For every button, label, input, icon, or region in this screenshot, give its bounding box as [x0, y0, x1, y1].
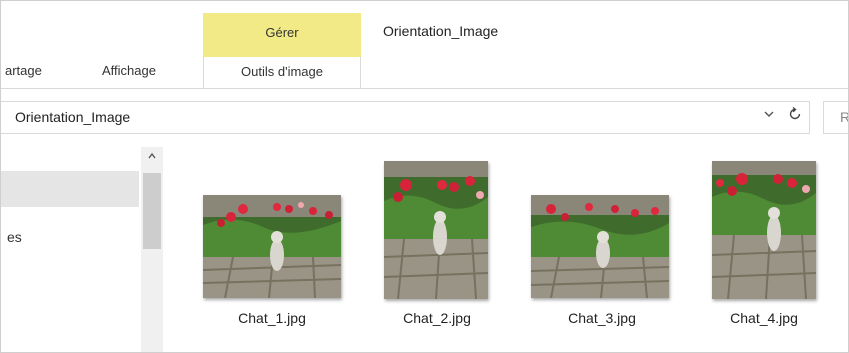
search-input[interactable]: R: [823, 101, 848, 134]
context-group-label: Gérer: [265, 25, 299, 40]
nav-item-es[interactable]: es: [7, 229, 22, 245]
refresh-icon[interactable]: [786, 106, 804, 126]
nav-item-selected[interactable]: [1, 171, 139, 207]
file-name-chat-3[interactable]: Chat_3.jpg: [537, 310, 667, 326]
file-name-chat-2[interactable]: Chat_2.jpg: [372, 310, 502, 326]
scroll-thumb[interactable]: [143, 173, 161, 249]
image-thumbnail-chat-1[interactable]: [203, 195, 341, 298]
image-thumbnail-chat-2[interactable]: [384, 161, 488, 299]
search-placeholder: R: [840, 109, 848, 125]
file-name-chat-1[interactable]: Chat_1.jpg: [207, 310, 337, 326]
address-path[interactable]: Orientation_Image: [15, 109, 130, 125]
address-bar[interactable]: Orientation_Image: [1, 101, 810, 134]
image-thumbnail-chat-4[interactable]: [712, 161, 816, 299]
tab-outils-image[interactable]: Outils d'image: [203, 57, 361, 88]
navigation-pane: es: [1, 141, 163, 352]
tab-partage[interactable]: artage: [5, 63, 42, 78]
ribbon: artage Affichage Gérer Outils d'image Or…: [1, 1, 848, 89]
file-name-chat-4[interactable]: Chat_4.jpg: [699, 310, 829, 326]
window-title: Orientation_Image: [383, 23, 499, 39]
tab-affichage[interactable]: Affichage: [102, 63, 156, 78]
chevron-down-icon[interactable]: [761, 108, 777, 126]
explorer-window: artage Affichage Gérer Outils d'image Or…: [0, 0, 849, 353]
tab-outils-image-label: Outils d'image: [241, 64, 323, 79]
context-group-gerer: Gérer: [203, 13, 361, 57]
scroll-up-icon[interactable]: [143, 151, 161, 165]
image-thumbnail-chat-3[interactable]: [531, 195, 669, 298]
